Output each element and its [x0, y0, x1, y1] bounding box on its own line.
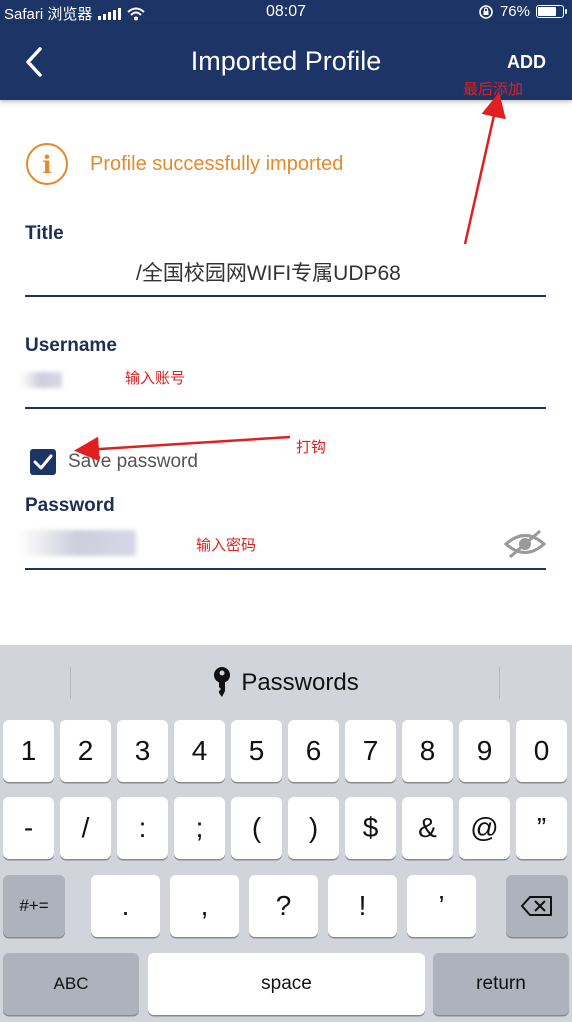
key-row2-5[interactable]: ) [288, 797, 339, 859]
key-row1-4[interactable]: 5 [231, 720, 282, 782]
key-row2-1[interactable]: / [60, 797, 111, 859]
arrow-to-checkbox [74, 435, 291, 462]
suggestion-divider [499, 667, 500, 699]
key-row2-4[interactable]: ( [231, 797, 282, 859]
key-row2-7[interactable]: & [402, 797, 453, 859]
return-key[interactable]: return [433, 953, 569, 1015]
key-row3-3[interactable]: ! [328, 875, 397, 937]
key-row3-2[interactable]: ? [249, 875, 318, 937]
key-row1-9[interactable]: 0 [516, 720, 567, 782]
abc-key[interactable]: ABC [3, 953, 139, 1015]
space-key[interactable]: space [148, 953, 425, 1015]
key-row3-0[interactable]: . [91, 875, 160, 937]
key-icon [214, 667, 231, 697]
key-row1-2[interactable]: 3 [117, 720, 168, 782]
backspace-key[interactable] [506, 875, 568, 937]
key-row2-3[interactable]: ; [174, 797, 225, 859]
key-row1-3[interactable]: 4 [174, 720, 225, 782]
passwords-suggestion[interactable]: Passwords [0, 667, 572, 699]
key-row3-1[interactable]: , [170, 875, 239, 937]
screen: Safari 浏览器 08:07 76% Imported Profile AD… [0, 0, 572, 1022]
key-row1-1[interactable]: 2 [60, 720, 111, 782]
key-row1-8[interactable]: 9 [459, 720, 510, 782]
backspace-icon [521, 896, 552, 916]
keyboard: Passwords 1234567890 - /:;() $ & @” .,?!’ #+… [0, 645, 572, 1022]
passwords-label: Passwords [241, 669, 359, 696]
key-row2-2[interactable]: : [117, 797, 168, 859]
key-row1-0[interactable]: 1 [3, 720, 54, 782]
key-row2-9[interactable]: ” [516, 797, 567, 859]
key-row1-6[interactable]: 7 [345, 720, 396, 782]
key-row2-0[interactable]: - [3, 797, 54, 859]
key-row3-4[interactable]: ’ [407, 875, 476, 937]
key-row1-5[interactable]: 6 [288, 720, 339, 782]
arrow-to-add [463, 92, 506, 245]
key-row2-6[interactable]: $ [345, 797, 396, 859]
symbols-mode-key[interactable]: #+= [3, 875, 65, 937]
key-row2-8[interactable]: @ [459, 797, 510, 859]
keyboard-suggestion-bar: Passwords [0, 645, 572, 720]
key-row1-7[interactable]: 8 [402, 720, 453, 782]
